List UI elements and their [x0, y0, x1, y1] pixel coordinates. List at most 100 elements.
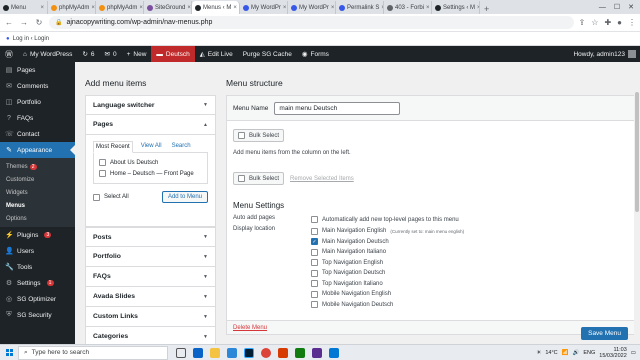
bulk-select-bottom[interactable]: Bulk Select: [233, 172, 285, 185]
location-option[interactable]: Top Navigation Deutsch: [311, 268, 464, 279]
windows-start-icon[interactable]: [0, 349, 18, 356]
sidebar-item-comments[interactable]: ✉ Comments: [0, 78, 75, 94]
taskbar-search[interactable]: ⌕ Type here to search: [18, 345, 168, 360]
tab-most-recent[interactable]: Most Recent: [93, 141, 133, 153]
browser-tab[interactable]: SiteGround ×: [144, 1, 192, 14]
share-icon[interactable]: ⇪: [579, 18, 586, 27]
back-icon[interactable]: ←: [4, 18, 14, 27]
store-icon[interactable]: [227, 347, 237, 358]
browser-tab[interactable]: Permalink S×: [336, 1, 384, 14]
url-field[interactable]: 🔒 ajnacopywriting.com/wp-admin/nav-menus…: [49, 16, 574, 29]
submenu-options[interactable]: Options: [0, 212, 75, 225]
sidebar-item-tools[interactable]: 🔧 Tools: [0, 259, 75, 275]
location-option[interactable]: Mobile Navigation Deutsch: [311, 300, 464, 311]
menu-name-input[interactable]: main menu Deutsch: [274, 101, 401, 115]
edit-live-link[interactable]: ◭ Edit Live: [195, 46, 238, 62]
forms-link[interactable]: ◉ Forms: [297, 46, 334, 62]
mail-icon[interactable]: [193, 347, 203, 358]
location-option[interactable]: Top Navigation Italiano: [311, 279, 464, 290]
reload-icon[interactable]: ↻: [34, 18, 44, 27]
list-item[interactable]: About Us Deutsch: [99, 157, 202, 168]
location-option[interactable]: Main Navigation English (Currently set to…: [311, 226, 464, 237]
browser-tab[interactable]: My WordPr ×: [240, 1, 288, 14]
close-tab-icon[interactable]: ×: [329, 5, 335, 11]
sidebar-item-sg-security[interactable]: ⛨ SG Security: [0, 307, 75, 323]
location-checkbox[interactable]: [311, 227, 318, 235]
close-tab-icon[interactable]: ×: [281, 5, 287, 11]
app-icon[interactable]: [329, 347, 339, 358]
sidebar-item-pages[interactable]: ▤ Pages: [0, 62, 75, 78]
extensions-icon[interactable]: ✚: [604, 18, 611, 27]
submenu-menus[interactable]: Menus: [0, 199, 75, 212]
updates-link[interactable]: ↻ 6: [77, 46, 99, 62]
sidebar-item-sg-optimizer[interactable]: ◎ SG Optimizer: [0, 291, 75, 307]
sidebar-item-faqs[interactable]: ? FAQs: [0, 110, 75, 126]
location-option[interactable]: Main Navigation Italiano: [311, 247, 464, 258]
location-option[interactable]: ✓ Main Navigation Deutsch: [311, 237, 464, 248]
close-tab-icon[interactable]: ×: [38, 5, 44, 11]
browser-tab[interactable]: 403 - Forbi ×: [384, 1, 432, 14]
accordion-posts[interactable]: Posts ▼: [85, 227, 216, 247]
browser-tab[interactable]: My WordPr ×: [288, 1, 336, 14]
task-view-icon[interactable]: [176, 347, 186, 358]
sidebar-item-contact[interactable]: ☏ Contact: [0, 126, 75, 142]
close-tab-icon[interactable]: ×: [137, 5, 143, 11]
minimize-icon[interactable]: —: [599, 4, 606, 11]
new-tab-button[interactable]: +: [480, 4, 493, 14]
site-name-link[interactable]: ⌂ My WordPress: [18, 46, 77, 62]
delete-menu-link[interactable]: Delete Menu: [233, 325, 267, 331]
new-content-link[interactable]: + New: [122, 46, 152, 62]
tab-view-all[interactable]: View All: [139, 141, 164, 153]
close-tab-icon[interactable]: ×: [89, 5, 95, 11]
network-icon[interactable]: 📶: [562, 350, 569, 356]
photoshop-icon[interactable]: [244, 347, 254, 358]
browser-tab[interactable]: phpMyAdm ×: [96, 1, 144, 14]
location-checkbox[interactable]: [311, 280, 318, 288]
comments-link[interactable]: ✉ 0: [100, 46, 122, 62]
add-to-menu-button[interactable]: Add to Menu: [161, 191, 208, 203]
scrollbar[interactable]: [634, 62, 640, 344]
location-checkbox[interactable]: [311, 301, 318, 309]
browser-tab[interactable]: Settings ‹ M×: [432, 1, 480, 14]
location-checkbox[interactable]: [311, 259, 318, 267]
submenu-widgets[interactable]: Widgets: [0, 186, 75, 199]
purge-cache-link[interactable]: Purge SG Cache: [238, 46, 297, 62]
close-tab-icon[interactable]: ×: [231, 5, 237, 11]
location-checkbox[interactable]: [311, 269, 318, 277]
close-window-icon[interactable]: ✕: [628, 3, 634, 11]
sidebar-item-plugins[interactable]: ⚡ Plugins 3: [0, 227, 75, 243]
bookmark-star-icon[interactable]: ☆: [591, 18, 598, 27]
page-checkbox[interactable]: [99, 159, 106, 166]
list-item[interactable]: Home – Deutsch — Front Page: [99, 168, 202, 179]
bulk-select-top[interactable]: Bulk Select: [233, 129, 285, 142]
location-option[interactable]: Top Navigation English: [311, 258, 464, 269]
accordion-portfolio[interactable]: Portfolio ▼: [85, 247, 216, 267]
my-account-link[interactable]: Howdy, admin123: [568, 46, 640, 62]
close-tab-icon[interactable]: ×: [185, 5, 191, 11]
bulk-select-checkbox[interactable]: [238, 132, 245, 139]
input-language[interactable]: ENG: [583, 350, 595, 356]
location-option[interactable]: Mobile Navigation English: [311, 289, 464, 300]
tab-search[interactable]: Search: [170, 141, 193, 153]
wp-logo-icon[interactable]: Ⓦ: [0, 46, 18, 62]
sidebar-item-users[interactable]: 👤 Users: [0, 243, 75, 259]
auto-add-checkbox[interactable]: [311, 216, 318, 223]
volume-icon[interactable]: 🔊: [572, 350, 579, 356]
close-tab-icon[interactable]: ×: [424, 5, 430, 11]
accordion-custom-links[interactable]: Custom Links ▼: [85, 307, 216, 327]
select-all-checkbox[interactable]: [93, 193, 100, 201]
profile-icon[interactable]: ●: [617, 18, 622, 27]
submenu-themes[interactable]: Themes 2: [0, 160, 75, 173]
clock[interactable]: 11:03 15/03/2022: [599, 347, 627, 359]
location-checkbox[interactable]: [311, 248, 318, 256]
bulk-select-checkbox[interactable]: [238, 175, 245, 182]
submenu-customize[interactable]: Customize: [0, 173, 75, 186]
sidebar-item-appearance[interactable]: ✎ Appearance: [0, 142, 75, 158]
save-menu-button[interactable]: Save Menu: [581, 327, 628, 340]
forward-icon[interactable]: →: [19, 18, 29, 27]
notification-icon[interactable]: ▭: [631, 350, 636, 356]
accordion-language-switcher[interactable]: Language switcher ▼: [85, 95, 216, 115]
menu-dots-icon[interactable]: ⋮: [628, 18, 636, 27]
chrome-icon[interactable]: [261, 347, 271, 358]
maximize-icon[interactable]: ☐: [614, 3, 620, 11]
